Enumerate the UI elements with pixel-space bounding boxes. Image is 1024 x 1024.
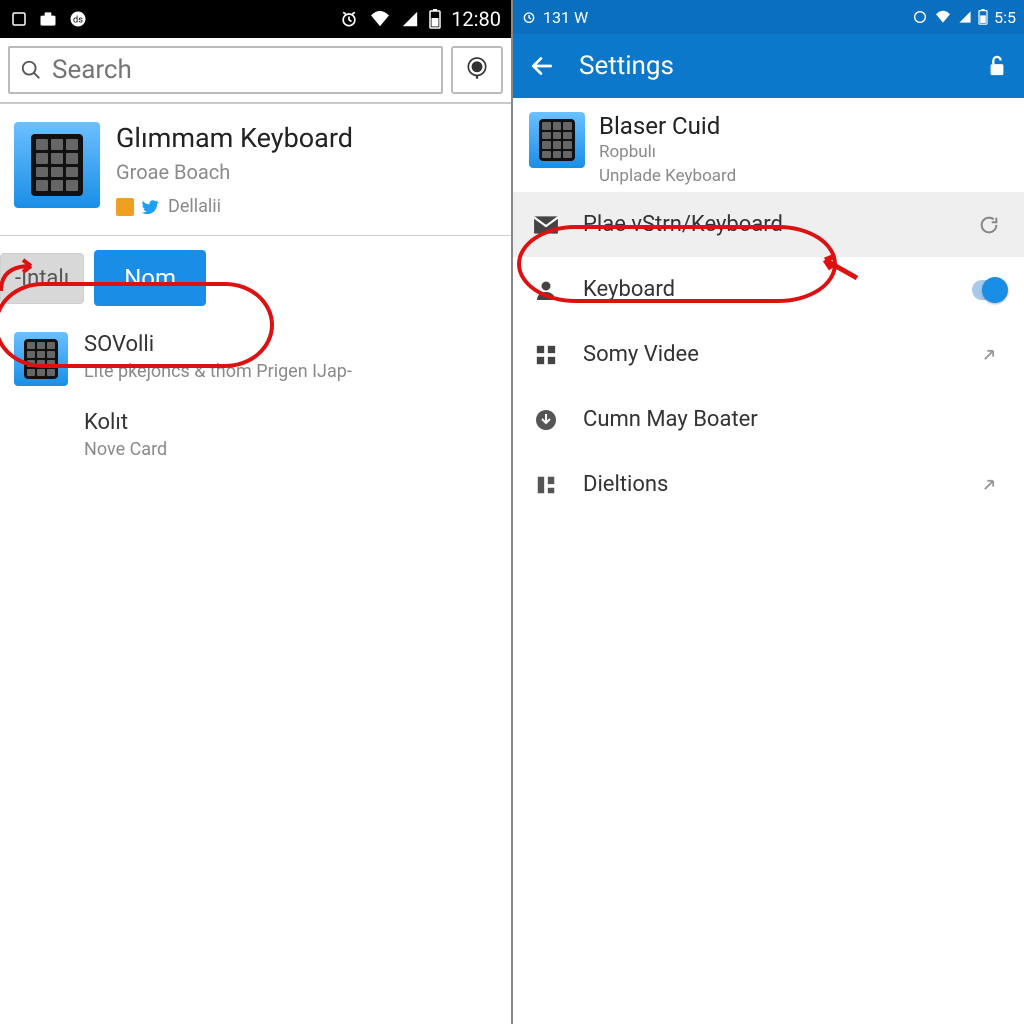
statusbar-left-text: 131 W: [543, 8, 588, 27]
settings-header-sub2: Unplade Keyboard: [599, 166, 736, 186]
battery-icon: [429, 9, 441, 29]
list-item-title: SOVolli: [84, 332, 352, 357]
voice-search-button[interactable]: [451, 46, 503, 94]
grid-icon: [531, 344, 561, 366]
app-title: Glımmam Keyboard: [116, 122, 497, 154]
settings-row-video[interactable]: Somy Videe: [513, 322, 1024, 387]
lock-icon[interactable]: [986, 53, 1008, 79]
statusbar-time: 5:5: [994, 8, 1016, 27]
search-input[interactable]: [52, 55, 431, 85]
settings-app-icon: [529, 112, 585, 168]
settings-header-sub1: Ropbulı: [599, 142, 736, 162]
battery-icon: [978, 9, 988, 25]
svg-text:ds: ds: [73, 15, 83, 25]
list-item-sub: Lite pkejoncs & thom Prigen IJap-: [84, 361, 352, 382]
search-row: [0, 38, 511, 104]
nom-button[interactable]: Nom: [94, 250, 206, 306]
settings-header: Blaser Cuid Ropbulı Unplade Keyboard: [513, 98, 1024, 192]
settings-row-keyboard-enable[interactable]: Plae vStrn/Keyboard: [513, 192, 1024, 257]
app-meta-row: Dellalii: [116, 196, 497, 217]
appbar: Settings: [513, 34, 1024, 98]
settings-row-label: Somy Videe: [583, 342, 950, 367]
settings-header-title: Blaser Cuid: [599, 112, 736, 140]
refresh-icon[interactable]: [972, 214, 1006, 236]
signal-icon: [958, 10, 972, 24]
statusbar-right: 131 W 5:5: [513, 0, 1024, 34]
circle-icon: ds: [68, 9, 88, 29]
app-publisher[interactable]: Groae Boach: [116, 160, 497, 184]
toggle-switch[interactable]: [972, 280, 1006, 300]
app-icon: [14, 122, 100, 208]
settings-row-label: Plae vStrn/Keyboard: [583, 212, 950, 237]
list-item[interactable]: SOVolli Lite pkejoncs & thom Prigen IJap…: [0, 320, 511, 398]
settings-row-label: Cumn May Boater: [583, 407, 950, 432]
alarm-icon: [339, 9, 359, 29]
download-icon: [531, 408, 561, 432]
wifi-icon: [934, 10, 952, 24]
buttons-row: -Intalı Nom: [0, 236, 511, 320]
list-item[interactable]: Kolıt Nove Card: [0, 398, 511, 472]
list-item-title: Kolıt: [84, 410, 167, 435]
install-button[interactable]: -Intalı: [0, 253, 84, 304]
person-icon: [531, 278, 561, 302]
search-icon: [20, 59, 42, 81]
arrow-out-icon: [972, 475, 1006, 495]
app-header: Glımmam Keyboard Groae Boach Dellalii: [0, 104, 511, 225]
wifi-icon: [369, 10, 391, 28]
settings-row-dieltions[interactable]: Dieltions: [513, 452, 1024, 517]
notif-icon: [10, 10, 28, 28]
arrow-out-icon: [972, 345, 1006, 365]
statusbar-time: 12:80: [451, 7, 501, 31]
settings-row-boater[interactable]: Cumn May Boater: [513, 387, 1024, 452]
settings-row-keyboard[interactable]: Keyboard: [513, 257, 1024, 322]
briefcase-icon: [38, 9, 58, 29]
settings-row-label: Keyboard: [583, 277, 950, 302]
settings-row-label: Dieltions: [583, 472, 950, 497]
statusbar-left: ds 12:80: [0, 0, 511, 38]
app-meta-text: Dellalii: [168, 196, 221, 217]
badge-icon: [116, 198, 134, 216]
list-item-sub: Nove Card: [84, 439, 167, 460]
mail-icon: [531, 215, 561, 235]
alarm-icon: [521, 9, 537, 25]
search-box[interactable]: [8, 46, 443, 94]
twitter-icon: [142, 198, 160, 216]
list-app-icon: [14, 332, 68, 386]
sync-icon: [912, 9, 928, 25]
signal-icon: [401, 10, 419, 28]
back-button[interactable]: [529, 53, 555, 79]
appbar-title: Settings: [579, 51, 674, 81]
dashboard-icon: [531, 474, 561, 496]
